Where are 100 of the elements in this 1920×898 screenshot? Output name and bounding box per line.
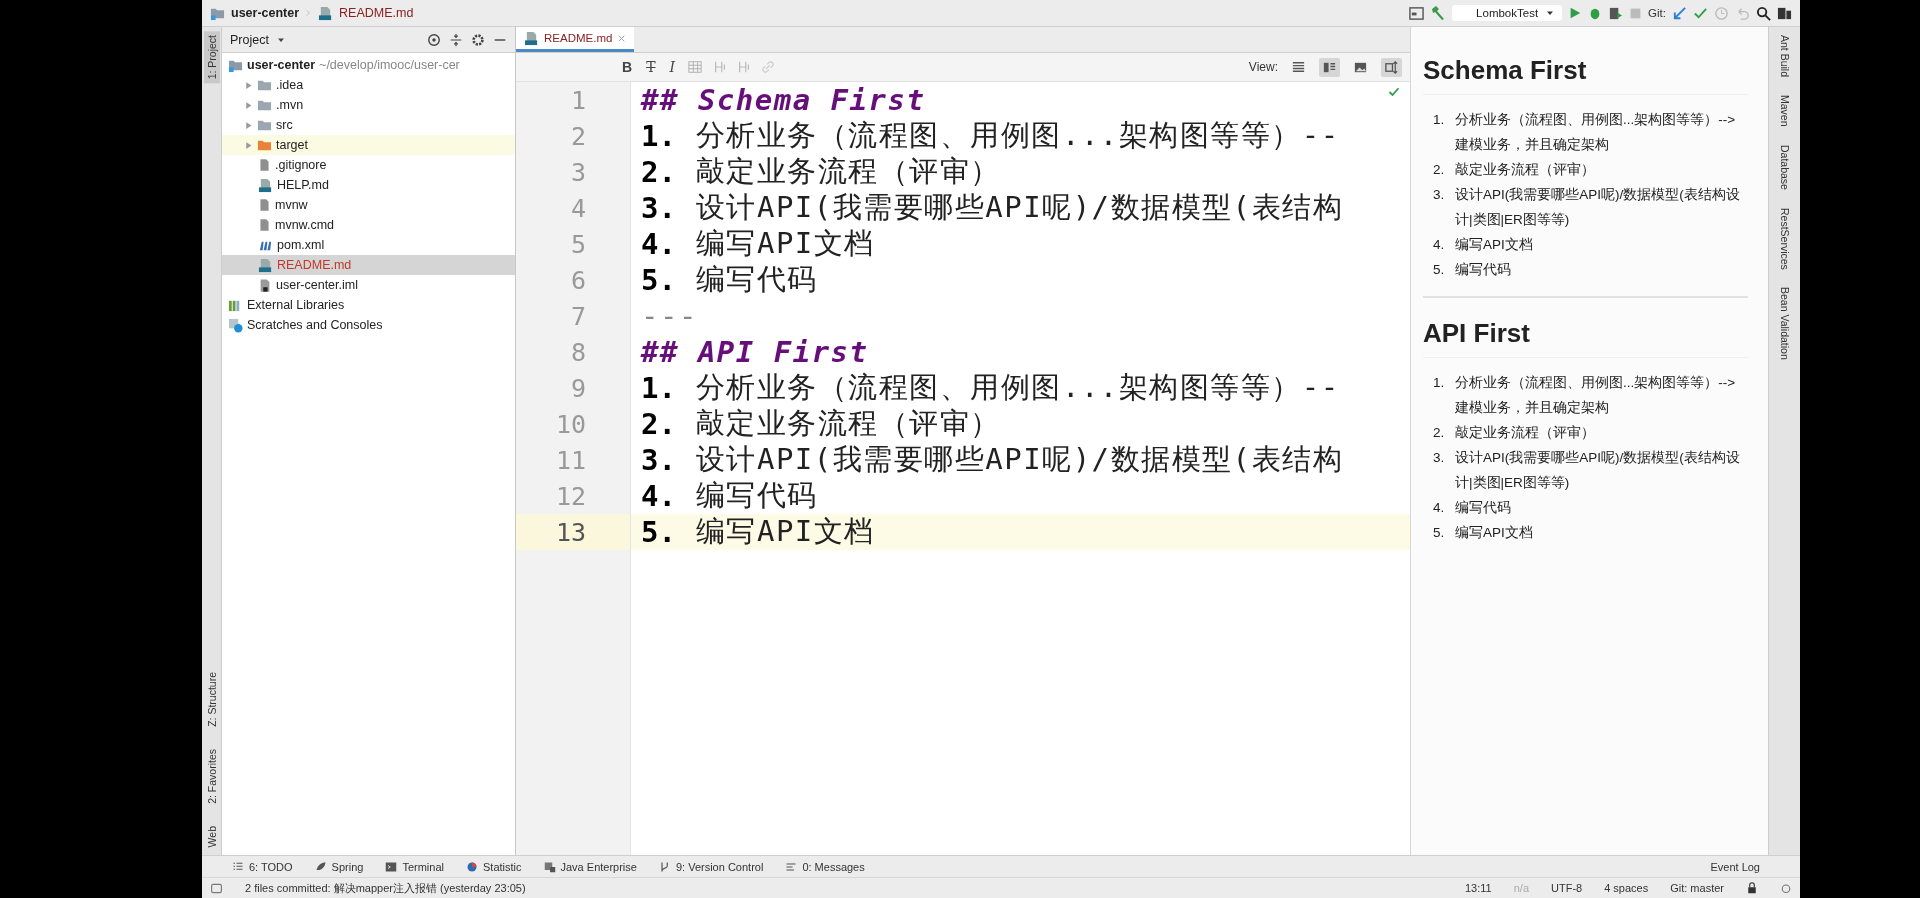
tool-window-tab[interactable]: 1: Project	[203, 31, 220, 84]
view-mode-button[interactable]	[1381, 57, 1402, 77]
tool-window-tab[interactable]: RestServices	[1778, 207, 1791, 270]
collapse-icon[interactable]	[449, 32, 463, 47]
update-arrow-icon[interactable]	[1672, 5, 1687, 21]
list-marker: 4.	[641, 479, 676, 513]
item-name: mvnw	[275, 198, 308, 212]
list-number: 5.	[1433, 261, 1446, 279]
line-number: 11	[554, 444, 587, 477]
view-mode-button[interactable]	[1319, 57, 1340, 77]
item-name: .mvn	[276, 98, 304, 112]
tool-window-button[interactable]: 9: Version Control	[658, 860, 764, 873]
tool-window-button[interactable]: Terminal	[385, 860, 444, 873]
list-number: 2.	[1433, 424, 1446, 442]
list-item-text: 编写API文档	[1455, 524, 1533, 542]
tree-item[interactable]: user-center.iml	[222, 275, 515, 295]
tree-item[interactable]: pom.xml	[222, 235, 515, 255]
breadcrumb[interactable]: README.md	[339, 6, 414, 20]
tree-item[interactable]: External Libraries	[222, 295, 515, 315]
line-number: 10	[554, 408, 587, 441]
list-item-code: 敲定业务流程（评审）	[695, 153, 1001, 190]
tree-item[interactable]: HELP.md	[222, 175, 515, 195]
tree-item[interactable]: .mvn	[222, 95, 515, 115]
lock-icon[interactable]	[1746, 882, 1758, 894]
tool-window-button[interactable]: Statistic	[466, 860, 522, 873]
tool-window-tab[interactable]: Database	[1778, 144, 1791, 190]
tree-item[interactable]: user-center ~/develop/imooc/user-cer	[222, 55, 515, 75]
lines-icon	[785, 860, 798, 873]
indent-selector[interactable]: 4 spaces	[1604, 882, 1649, 894]
status-message: 2 files committed: 解决mapper注入报错 (yesterday 23:05)	[245, 880, 526, 896]
scratches-icon	[228, 317, 243, 333]
list-number: 2.	[1433, 161, 1446, 179]
list-marker: 5.	[641, 515, 676, 549]
structure-icon[interactable]	[1777, 5, 1792, 21]
line-number: 12	[554, 480, 587, 513]
locate-icon[interactable]	[427, 32, 441, 47]
branch-selector[interactable]: Git: master	[1670, 882, 1724, 894]
tool-window-tab[interactable]: Ant Build	[1778, 35, 1791, 78]
scroll-sync-icon	[1384, 59, 1399, 75]
list-number: 5.	[1433, 524, 1446, 542]
list-number: 3.	[1433, 449, 1446, 467]
format-button[interactable]: T	[644, 59, 658, 75]
item-name: mvnw.cmd	[275, 218, 335, 232]
tool-window-tab[interactable]: 2: Favorites	[203, 744, 220, 808]
item-path: ~/develop/imooc/user-cer	[319, 58, 460, 72]
list-marker: 4.	[641, 227, 676, 261]
item-name: Scratches and Consoles	[247, 318, 383, 332]
list-number: 1.	[1433, 374, 1446, 392]
item-name: target	[276, 138, 308, 152]
project-view-dropdown[interactable]: Project	[230, 32, 269, 47]
status-box-icon[interactable]	[210, 881, 223, 895]
list-item-text: 编写代码	[1455, 499, 1511, 517]
tree-item[interactable]: README.md	[222, 255, 515, 275]
tree-item[interactable]: mvnw	[222, 195, 515, 215]
format-button[interactable]: B	[620, 59, 635, 75]
item-name: HELP.md	[277, 178, 329, 192]
hammer-icon[interactable]	[1430, 5, 1447, 21]
tree-item[interactable]: mvnw.cmd	[222, 215, 515, 235]
lines-icon	[1291, 59, 1306, 75]
line-number: 2	[569, 120, 587, 153]
format-button[interactable]: I	[667, 59, 677, 75]
breadcrumb[interactable]: user-center	[231, 6, 300, 20]
settings-icon[interactable]	[471, 32, 485, 47]
tree-item[interactable]: target	[222, 135, 515, 155]
tool-window-button[interactable]: Java Enterprise	[543, 860, 637, 873]
search-icon[interactable]	[1756, 5, 1771, 21]
tree-item[interactable]: .idea	[222, 75, 515, 95]
commit-check-icon[interactable]	[1693, 5, 1708, 21]
line-number: 9	[569, 372, 587, 405]
tree-item[interactable]: src	[222, 115, 515, 135]
tool-window-tab[interactable]: Bean Validation	[1778, 287, 1791, 361]
line-number: 8	[569, 336, 587, 369]
coverage-icon[interactable]	[1608, 5, 1624, 21]
window-icon[interactable]	[1409, 5, 1425, 21]
tool-window-button[interactable]: 0: Messages	[785, 860, 865, 873]
tool-window-button[interactable]: Spring	[314, 860, 364, 873]
caret-position[interactable]: 13:11	[1465, 882, 1492, 894]
run-configuration-dropdown[interactable]: LombokTest	[1452, 5, 1563, 21]
rule-code: ---	[641, 299, 698, 333]
list-item-text: 分析业务（流程图、用例图...架构图等等）--> 建模业务，并且确定架构	[1455, 374, 1737, 417]
tree-item[interactable]: Scratches and Consoles	[222, 315, 515, 335]
encoding-selector[interactable]: UTF-8	[1551, 882, 1583, 894]
tool-window-button[interactable]: 6: TODO	[232, 860, 293, 873]
file-icon	[258, 158, 271, 172]
editor-tab[interactable]: README.md	[516, 27, 635, 52]
item-name: .idea	[276, 78, 304, 92]
terminal-icon	[385, 860, 398, 873]
tool-window-tab[interactable]: Z: Structure	[203, 667, 220, 731]
tree-item[interactable]: .gitignore	[222, 155, 515, 175]
item-name: README.md	[277, 258, 352, 272]
tool-window-tab[interactable]: Maven	[1778, 95, 1791, 127]
preview-heading: Schema First	[1423, 55, 1748, 95]
leaf-icon	[314, 860, 327, 873]
list-item-text: 编写API文档	[1455, 236, 1533, 254]
tool-window-tab[interactable]: Web	[203, 821, 220, 851]
list-item-text: 敲定业务流程（评审）	[1455, 424, 1595, 442]
dropdown-caret-icon	[1546, 9, 1555, 17]
item-name: user-center.iml	[276, 278, 358, 292]
close-icon[interactable]	[617, 33, 627, 43]
event-log-button[interactable]: Event Log	[1710, 860, 1760, 873]
